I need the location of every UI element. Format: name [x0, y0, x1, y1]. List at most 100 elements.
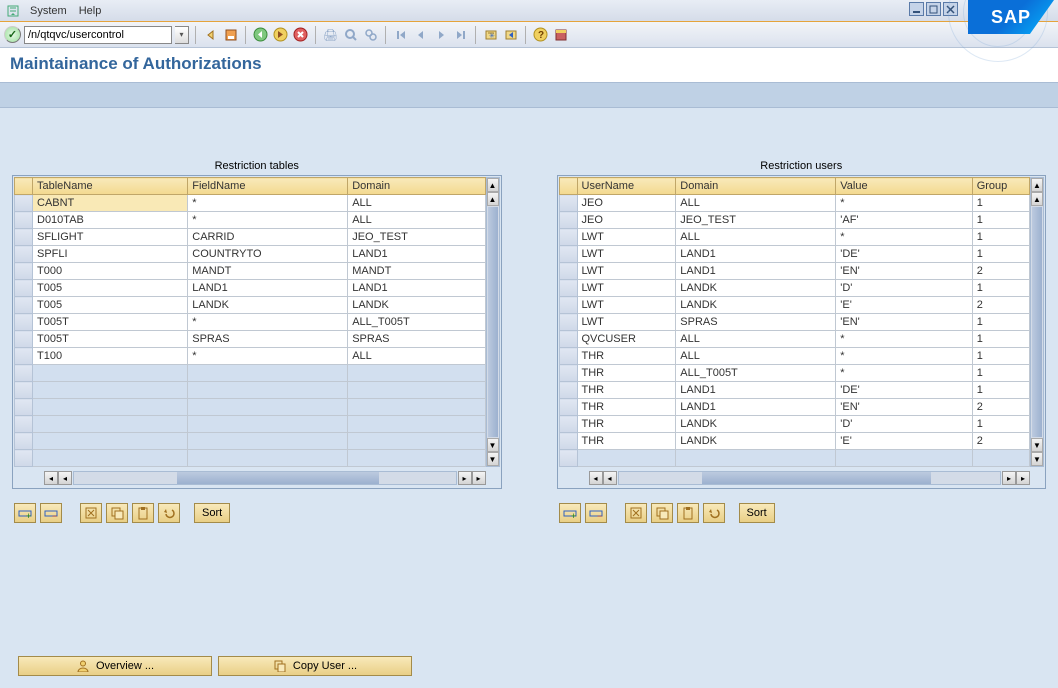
find-next-icon[interactable]: [362, 26, 379, 43]
cell[interactable]: THR: [577, 433, 676, 450]
cell[interactable]: LAND1: [676, 246, 836, 263]
cell[interactable]: [188, 416, 348, 433]
sort-users-button[interactable]: Sort: [739, 503, 775, 523]
exit-icon[interactable]: [272, 26, 289, 43]
cell[interactable]: [33, 365, 188, 382]
cell[interactable]: LAND1: [348, 280, 485, 297]
find-icon[interactable]: [342, 26, 359, 43]
cell[interactable]: T005T: [33, 314, 188, 331]
prev-page-icon[interactable]: [412, 26, 429, 43]
cut-button[interactable]: [625, 503, 647, 523]
cell[interactable]: *: [836, 331, 972, 348]
cell[interactable]: [188, 365, 348, 382]
cell[interactable]: 1: [972, 229, 1029, 246]
cell[interactable]: LAND1: [676, 399, 836, 416]
row-selector[interactable]: [15, 382, 33, 399]
cell[interactable]: T005: [33, 280, 188, 297]
cell[interactable]: ALL: [676, 229, 836, 246]
row-selector[interactable]: [15, 263, 33, 280]
minimize-icon[interactable]: [909, 2, 924, 16]
cell[interactable]: 'EN': [836, 263, 972, 280]
cell[interactable]: [188, 399, 348, 416]
th-fieldname[interactable]: FieldName: [188, 178, 348, 195]
cell[interactable]: [33, 450, 188, 467]
scroll-up-icon[interactable]: ▲: [1031, 178, 1043, 192]
cell[interactable]: LWT: [577, 280, 676, 297]
cell[interactable]: 1: [972, 331, 1029, 348]
row-selector[interactable]: [559, 314, 577, 331]
cell[interactable]: LANDK: [676, 433, 836, 450]
cell[interactable]: JEO: [577, 212, 676, 229]
cell[interactable]: 2: [972, 433, 1029, 450]
hscroll-track[interactable]: [618, 471, 1002, 485]
cell[interactable]: 1: [972, 348, 1029, 365]
cell[interactable]: 1: [972, 314, 1029, 331]
row-selector[interactable]: [15, 314, 33, 331]
cell[interactable]: 'D': [836, 280, 972, 297]
scroll-up-icon[interactable]: ▲: [487, 178, 499, 192]
last-page-icon[interactable]: [452, 26, 469, 43]
th-domain[interactable]: Domain: [676, 178, 836, 195]
back-icon[interactable]: [202, 26, 219, 43]
row-selector[interactable]: [559, 246, 577, 263]
th-username[interactable]: UserName: [577, 178, 676, 195]
print-icon[interactable]: 🖨: [322, 26, 339, 43]
cell[interactable]: LANDK: [676, 280, 836, 297]
hscroll-thumb[interactable]: [702, 472, 931, 484]
cell[interactable]: 1: [972, 416, 1029, 433]
cell[interactable]: MANDT: [348, 263, 485, 280]
row-selector[interactable]: [559, 450, 577, 467]
sort-tables-button[interactable]: Sort: [194, 503, 230, 523]
scroll-last-icon[interactable]: ▸: [1016, 471, 1030, 485]
cell[interactable]: 1: [972, 365, 1029, 382]
menu-more-icon[interactable]: [6, 4, 20, 18]
scroll-down-icon[interactable]: ▼: [487, 452, 499, 466]
cell[interactable]: 'DE': [836, 382, 972, 399]
cut-button[interactable]: [80, 503, 102, 523]
row-selector[interactable]: [15, 331, 33, 348]
cell[interactable]: 'E': [836, 433, 972, 450]
cell[interactable]: ALL_T005T: [676, 365, 836, 382]
cell[interactable]: THR: [577, 416, 676, 433]
cell[interactable]: ALL: [348, 195, 485, 212]
cell[interactable]: LWT: [577, 229, 676, 246]
row-selector[interactable]: [559, 263, 577, 280]
cell[interactable]: [348, 416, 485, 433]
cell[interactable]: ALL: [348, 212, 485, 229]
scroll-down-icon[interactable]: ▼: [1031, 452, 1043, 466]
cell[interactable]: [33, 433, 188, 450]
row-selector[interactable]: [15, 365, 33, 382]
cell[interactable]: [676, 450, 836, 467]
cell[interactable]: CARRID: [188, 229, 348, 246]
row-selector[interactable]: [15, 246, 33, 263]
cell[interactable]: *: [836, 365, 972, 382]
scroll-up-icon[interactable]: ▲: [487, 192, 499, 206]
next-page-icon[interactable]: [432, 26, 449, 43]
cell[interactable]: T005T: [33, 331, 188, 348]
row-selector[interactable]: [559, 416, 577, 433]
cell[interactable]: 1: [972, 212, 1029, 229]
scroll-right-icon[interactable]: ▸: [1002, 471, 1016, 485]
cell[interactable]: THR: [577, 382, 676, 399]
cell[interactable]: [188, 382, 348, 399]
cell[interactable]: LANDK: [676, 297, 836, 314]
cell[interactable]: 1: [972, 382, 1029, 399]
cell[interactable]: ALL: [676, 195, 836, 212]
cell[interactable]: *: [188, 212, 348, 229]
row-selector[interactable]: [559, 382, 577, 399]
row-selector[interactable]: [15, 450, 33, 467]
cell[interactable]: 'EN': [836, 314, 972, 331]
undo-button[interactable]: [703, 503, 725, 523]
cell[interactable]: ALL: [348, 348, 485, 365]
menu-system[interactable]: System: [24, 3, 73, 19]
th-group[interactable]: Group: [972, 178, 1029, 195]
row-selector[interactable]: [15, 399, 33, 416]
cell[interactable]: 2: [972, 399, 1029, 416]
scroll-left-icon[interactable]: ◂: [58, 471, 72, 485]
row-selector[interactable]: [559, 212, 577, 229]
cell[interactable]: [577, 450, 676, 467]
cell[interactable]: 'EN': [836, 399, 972, 416]
scroll-thumb[interactable]: [1032, 207, 1042, 437]
copy-user-button[interactable]: Copy User ...: [218, 656, 412, 676]
help-icon[interactable]: ?: [532, 26, 549, 43]
